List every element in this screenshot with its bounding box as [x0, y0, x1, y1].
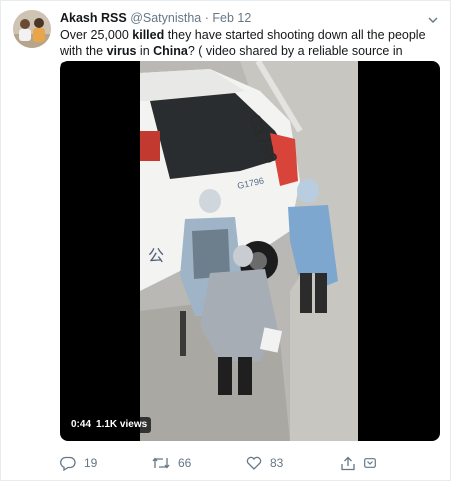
separator-dot: ·: [204, 11, 209, 25]
reply-icon: [60, 456, 76, 471]
reply-count: 19: [84, 456, 98, 470]
chevron-down-icon[interactable]: [364, 457, 376, 469]
tweet-text-segment: in: [136, 44, 154, 58]
video-badge: 0:44 1.1K views: [67, 417, 152, 433]
like-count: 83: [270, 456, 284, 470]
heart-icon: [246, 456, 262, 470]
vehicle-glyph: 公: [148, 246, 164, 265]
tweet-text-segment: Over 25,000: [60, 28, 133, 42]
retweet-icon: [152, 456, 170, 470]
like-button[interactable]: 83: [246, 454, 283, 472]
tweet-date[interactable]: Feb 12: [212, 11, 251, 25]
tweet-actions: 19 66 83: [60, 454, 380, 472]
share-button[interactable]: [340, 454, 376, 472]
retweet-count: 66: [178, 456, 192, 470]
share-icon: [340, 456, 356, 471]
author-name[interactable]: Akash RSS: [60, 11, 127, 25]
tweet-text-keyword: killed: [132, 28, 165, 42]
video-duration: 0:44: [71, 419, 92, 430]
tweet-text-keyword: China: [153, 44, 188, 58]
video-player[interactable]: G1796 G1796 公 0:44 1.1K views: [60, 61, 440, 441]
tweet-text-segment: ? ( video shared by a reliable source in: [187, 44, 403, 58]
author-handle[interactable]: @Satynistha: [130, 11, 201, 25]
retweet-button[interactable]: 66: [152, 454, 191, 472]
avatar-image: [13, 10, 51, 48]
avatar[interactable]: [13, 10, 51, 48]
chevron-down-icon[interactable]: [428, 11, 438, 23]
tweet-text-keyword: virus: [106, 44, 137, 58]
reply-button[interactable]: 19: [60, 454, 97, 472]
tweet-card[interactable]: Akash RSS @Satynistha · Feb 12 Over 25,0…: [0, 0, 451, 481]
video-views: 1.1K views: [96, 419, 148, 430]
video-frame: G1796 G1796 公: [140, 61, 358, 441]
